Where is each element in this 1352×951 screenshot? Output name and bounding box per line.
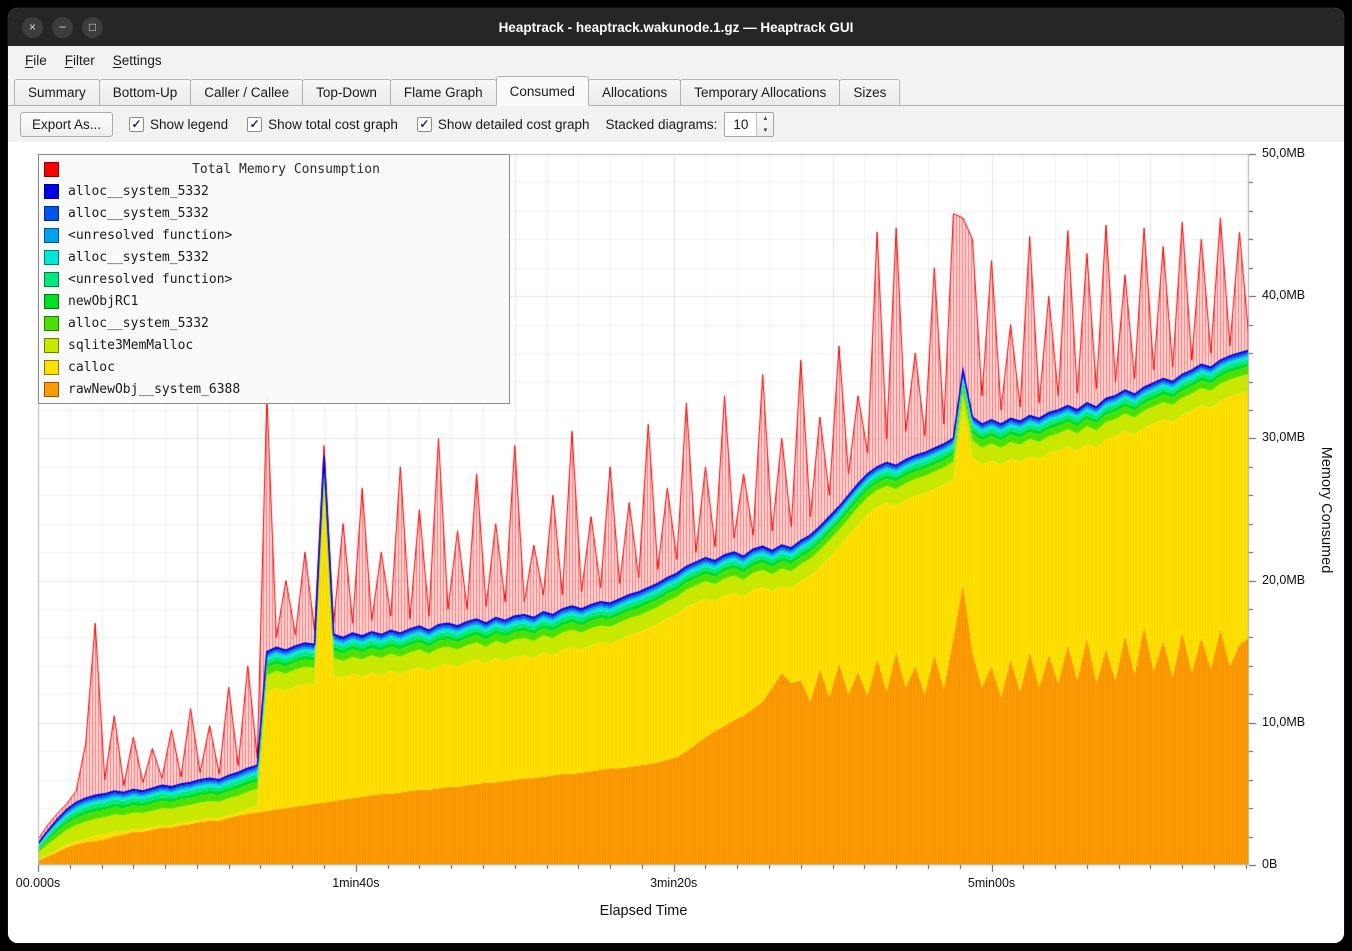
legend-items: alloc__system_5332 alloc__system_5332 <unr… [44,180,504,400]
legend-label: alloc__system_5332 [68,250,209,265]
tab-flame-graph[interactable]: Flame Graph [390,79,497,105]
menubar: FileFilterSettings [8,46,1344,75]
legend-item: rawNewObj__system_6388 [44,378,504,400]
export-as-button[interactable]: Export As... [20,112,113,137]
maximize-icon[interactable]: □ [82,17,103,38]
y-axis-title: Memory Consumed [1318,446,1334,573]
checkbox-show-legend[interactable]: ✓ Show legend [129,117,228,132]
legend-label: calloc [68,360,115,375]
minimize-icon[interactable]: − [52,17,73,38]
legend-swatch [44,250,59,265]
legend-label: sqlite3MemMalloc [68,338,193,353]
legend-label: alloc__system_5332 [68,206,209,221]
checkmark-icon[interactable]: ✓ [247,117,262,132]
legend-swatch [44,360,59,375]
tab-temporary-allocations[interactable]: Temporary Allocations [680,79,840,105]
tab-caller-callee[interactable]: Caller / Callee [190,79,303,105]
tab-top-down[interactable]: Top-Down [302,79,391,105]
window-title: Heaptrack - heaptrack.wakunode.1.gz — He… [8,20,1344,35]
legend-label: newObjRC1 [68,294,138,309]
legend-swatch [44,316,59,331]
stacked-diagrams-value[interactable]: 10 [725,113,756,136]
legend-swatch [44,206,59,221]
stacked-diagrams-spinbox[interactable]: 10 ▴ ▾ [724,112,774,137]
legend-label: alloc__system_5332 [68,316,209,331]
close-icon[interactable]: × [22,17,43,38]
legend-total-swatch [44,162,59,177]
tab-bottom-up[interactable]: Bottom-Up [99,79,192,105]
menu-settings[interactable]: Settings [104,49,171,72]
checkbox-label: Show legend [150,117,228,132]
spin-up-icon[interactable]: ▴ [757,113,773,125]
chart-legend: Total Memory Consumption alloc__system_5… [38,154,510,404]
stacked-diagrams-label: Stacked diagrams: [606,117,718,132]
checkmark-icon[interactable]: ✓ [129,117,144,132]
legend-swatch [44,228,59,243]
chart-area: 00.000s1min40s3min20s5min00s50,0MB40,0MB… [8,142,1344,943]
checkbox-group: ✓ Show legend ✓ Show total cost graph ✓ Show … [129,117,590,132]
stacked-diagrams-control: Stacked diagrams: 10 ▴ ▾ [606,112,775,137]
spinner-arrows[interactable]: ▴ ▾ [756,113,773,136]
tabbar: SummaryBottom-UpCaller / CalleeTop-DownF… [8,75,1344,106]
titlebar: × − □ Heaptrack - heaptrack.wakunode.1.g… [8,8,1344,46]
legend-swatch [44,382,59,397]
toolbar: Export As... ✓ Show legend ✓ Show total cos… [8,106,1344,142]
legend-label: rawNewObj__system_6388 [68,382,240,397]
legend-item: <unresolved function> [44,224,504,246]
legend-swatch [44,338,59,353]
tab-consumed[interactable]: Consumed [496,76,589,106]
legend-title: Total Memory Consumption [68,162,504,177]
legend-label: alloc__system_5332 [68,184,209,199]
legend-item: newObjRC1 [44,290,504,312]
legend-item: alloc__system_5332 [44,202,504,224]
legend-swatch [44,184,59,199]
legend-item: sqlite3MemMalloc [44,334,504,356]
x-axis-title: Elapsed Time [600,903,688,919]
checkmark-icon[interactable]: ✓ [417,117,432,132]
tab-summary[interactable]: Summary [14,79,100,105]
legend-title-row: Total Memory Consumption [44,158,504,180]
legend-label: <unresolved function> [68,228,232,243]
window-controls: × − □ [22,17,103,38]
tab-sizes[interactable]: Sizes [839,79,900,105]
app-window: × − □ Heaptrack - heaptrack.wakunode.1.g… [8,8,1344,943]
checkbox-show-detailed-cost-graph[interactable]: ✓ Show detailed cost graph [417,117,590,132]
spin-down-icon[interactable]: ▾ [757,124,773,136]
legend-swatch [44,272,59,287]
legend-label: <unresolved function> [68,272,232,287]
menu-file[interactable]: File [16,49,56,72]
menu-filter[interactable]: Filter [56,49,104,72]
legend-item: <unresolved function> [44,268,504,290]
checkbox-label: Show total cost graph [268,117,398,132]
checkbox-label: Show detailed cost graph [438,117,590,132]
legend-item: calloc [44,356,504,378]
tab-allocations[interactable]: Allocations [588,79,681,105]
legend-item: alloc__system_5332 [44,180,504,202]
legend-item: alloc__system_5332 [44,246,504,268]
checkbox-show-total-cost-graph[interactable]: ✓ Show total cost graph [247,117,398,132]
legend-item: alloc__system_5332 [44,312,504,334]
legend-swatch [44,294,59,309]
